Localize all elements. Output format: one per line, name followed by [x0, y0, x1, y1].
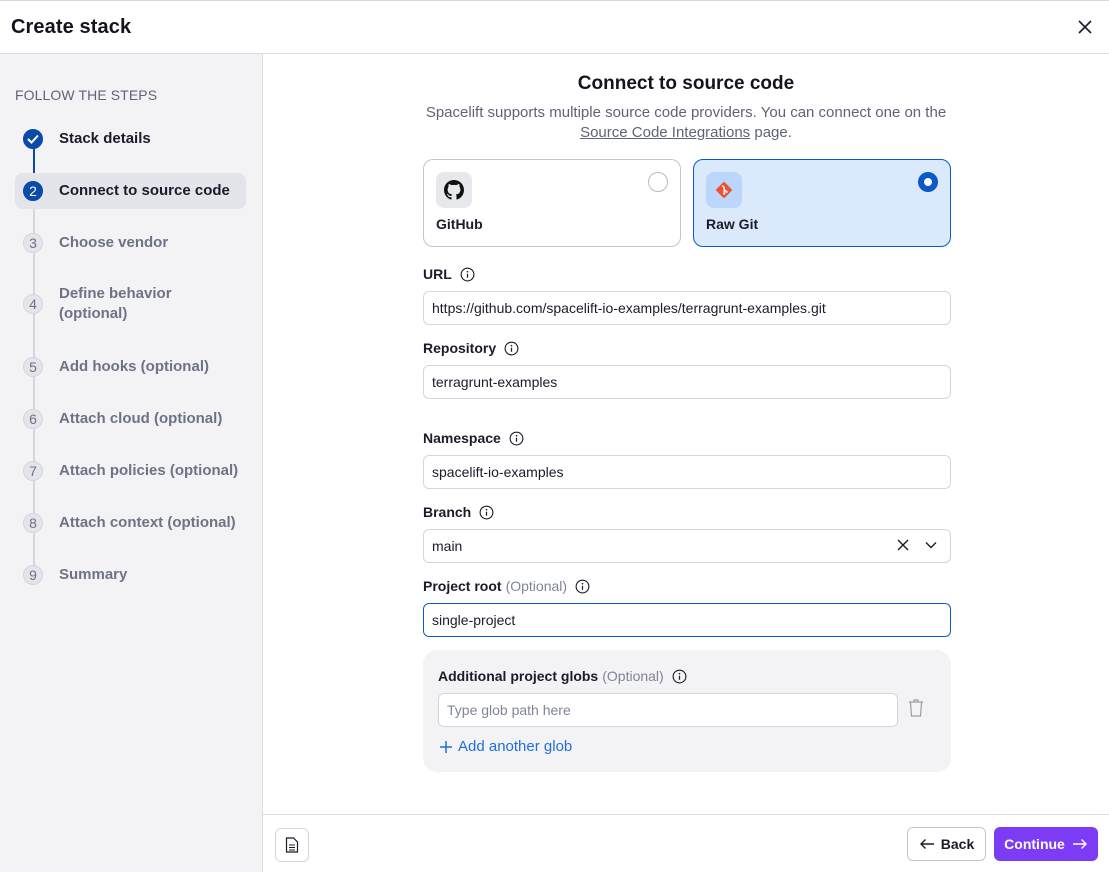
github-icon — [436, 172, 472, 208]
glob-placeholder: Type glob path here — [447, 702, 571, 718]
project-root-input[interactable]: single-project — [423, 603, 951, 637]
step-summary[interactable]: 9 Summary — [15, 561, 246, 589]
step-number: 4 — [23, 294, 43, 314]
globs-label: Additional project globs (Optional) — [438, 668, 687, 684]
section-description: Spacelift supports multiple source code … — [413, 103, 959, 143]
step-number: 5 — [23, 357, 43, 377]
documentation-button[interactable] — [275, 828, 309, 862]
clear-icon[interactable] — [896, 538, 910, 552]
provider-card-github[interactable]: GitHub — [423, 159, 681, 247]
url-value: https://github.com/spacelift-io-examples… — [432, 300, 826, 316]
step-number: 2 — [23, 181, 43, 201]
optional-tag: (Optional) — [602, 668, 664, 684]
repository-label: Repository — [423, 340, 519, 356]
branch-label: Branch — [423, 504, 494, 520]
step-add-hooks[interactable]: 5 Add hooks (optional) — [15, 353, 246, 381]
step-label: Attach policies (optional) — [59, 462, 239, 479]
info-icon[interactable] — [460, 267, 475, 282]
step-label-line: Define behavior — [59, 285, 172, 302]
branch-value: main — [432, 538, 463, 554]
chevron-down-icon[interactable] — [924, 538, 938, 552]
check-icon — [23, 129, 43, 149]
add-another-glob-button[interactable]: Add another glob — [439, 738, 572, 755]
source-code-integrations-link[interactable]: Source Code Integrations — [580, 124, 750, 141]
description-text: Spacelift supports multiple source code … — [425, 104, 947, 121]
dialog-footer: Back Continue — [263, 814, 1109, 872]
steps-sidebar: FOLLOW THE STEPS Stack details 2 Connect… — [0, 54, 263, 872]
info-icon[interactable] — [672, 669, 687, 684]
step-label-line: (optional) — [59, 305, 128, 322]
step-number: 8 — [23, 513, 43, 533]
glob-path-input[interactable]: Type glob path here — [438, 693, 898, 727]
namespace-label-text: Namespace — [423, 430, 501, 446]
trash-icon[interactable] — [907, 698, 925, 718]
continue-button[interactable]: Continue — [994, 827, 1098, 861]
project-globs-panel: Additional project globs (Optional) Type… — [423, 650, 951, 772]
step-number: 3 — [23, 233, 43, 253]
add-glob-label: Add another glob — [458, 738, 573, 755]
project-root-label-text: Project root — [423, 578, 502, 594]
continue-label: Continue — [1004, 836, 1065, 852]
step-number: 7 — [23, 461, 43, 481]
info-icon[interactable] — [479, 505, 494, 520]
section-title: Connect to source code — [577, 73, 795, 94]
dialog-header: Create stack — [0, 1, 1109, 54]
main-content: Connect to source code Spacelift support… — [263, 54, 1109, 814]
plus-icon — [440, 740, 452, 753]
namespace-value: spacelift-io-examples — [432, 464, 564, 480]
close-button[interactable] — [1075, 17, 1095, 37]
provider-name: GitHub — [436, 216, 483, 232]
git-icon — [706, 172, 742, 208]
namespace-input[interactable]: spacelift-io-examples — [423, 455, 951, 489]
url-input[interactable]: https://github.com/spacelift-io-examples… — [423, 291, 951, 325]
document-icon — [285, 837, 299, 853]
repository-label-text: Repository — [423, 340, 497, 356]
create-stack-dialog: Create stack FOLLOW THE STEPS Stack deta… — [0, 0, 1109, 872]
step-label: Add hooks (optional) — [59, 358, 209, 375]
steps-heading: FOLLOW THE STEPS — [15, 87, 158, 103]
repository-input[interactable]: terragrunt-examples — [423, 365, 951, 399]
info-icon[interactable] — [504, 341, 519, 356]
select-controls — [896, 538, 938, 552]
step-label: Stack details — [59, 130, 151, 147]
provider-radio[interactable] — [648, 172, 668, 192]
step-connect-source-code[interactable]: 2 Connect to source code — [15, 173, 246, 209]
arrow-right-icon — [1072, 839, 1087, 849]
optional-tag: (Optional) — [505, 578, 568, 594]
arrow-left-icon — [919, 839, 934, 849]
step-attach-cloud[interactable]: 6 Attach cloud (optional) — [15, 405, 246, 433]
url-label: URL — [423, 266, 475, 282]
dialog-title: Create stack — [11, 15, 132, 38]
step-attach-context[interactable]: 8 Attach context (optional) — [15, 509, 246, 537]
step-stack-details[interactable]: Stack details — [15, 125, 246, 153]
step-label: Attach context (optional) — [59, 514, 236, 531]
step-label: Define behavior (optional) — [59, 284, 172, 324]
back-label: Back — [940, 836, 975, 852]
step-label: Summary — [59, 566, 128, 583]
project-root-label: Project root (Optional) — [423, 578, 590, 594]
close-icon — [1078, 20, 1092, 34]
step-define-behavior[interactable]: 4 Define behavior (optional) — [15, 282, 246, 326]
info-icon[interactable] — [575, 579, 590, 594]
provider-card-raw-git[interactable]: Raw Git — [693, 159, 951, 247]
info-icon[interactable] — [509, 431, 524, 446]
step-number: 6 — [23, 409, 43, 429]
step-choose-vendor[interactable]: 3 Choose vendor — [15, 229, 246, 257]
step-label: Choose vendor — [59, 234, 169, 251]
namespace-label: Namespace — [423, 430, 524, 446]
provider-radio-selected[interactable] — [918, 172, 938, 192]
step-label: Attach cloud (optional) — [59, 410, 223, 427]
step-number: 9 — [23, 565, 43, 585]
branch-select[interactable]: main — [423, 529, 951, 563]
description-text: page. — [750, 124, 792, 141]
project-root-value: single-project — [432, 612, 516, 628]
step-label: Connect to source code — [59, 182, 230, 199]
provider-name: Raw Git — [706, 216, 759, 232]
globs-label-text: Additional project globs — [438, 668, 599, 684]
url-label-text: URL — [423, 266, 452, 282]
step-attach-policies[interactable]: 7 Attach policies (optional) — [15, 457, 246, 485]
branch-label-text: Branch — [423, 504, 472, 520]
repository-value: terragrunt-examples — [432, 374, 558, 390]
back-button[interactable]: Back — [907, 827, 986, 861]
